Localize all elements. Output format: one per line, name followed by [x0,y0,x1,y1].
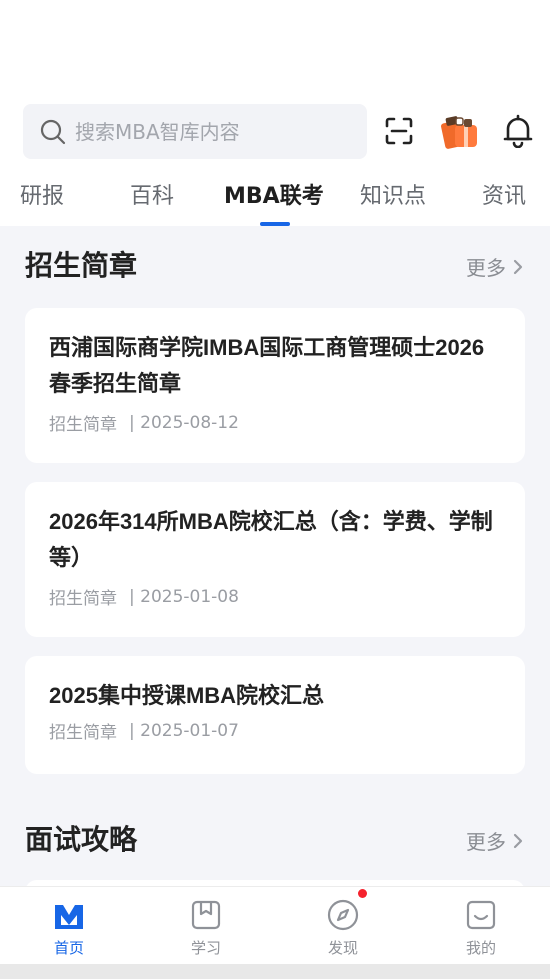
system-home-bar [0,964,550,979]
notification-badge [358,889,367,898]
bottom-navigation: 首页 学习 发现 我的 [0,886,550,964]
tab-encyclopedia[interactable]: 百科 [130,178,174,210]
article-card[interactable]: 2025集中授课MBA院校汇总 招生简章 | 2025-01-07 [25,656,525,774]
article-title: 西浦国际商学院IMBA国际工商管理硕士2026春季招生简章 [49,335,485,396]
article-date: | 2025-01-07 [129,720,239,741]
tab-knowledge-points[interactable]: 知识点 [360,178,426,210]
nav-discover[interactable]: 发现 [293,887,393,965]
category-tabs: 研报 百科 MBA联考 知识点 资讯 [0,172,550,226]
article-category: 招生简章 [49,723,117,743]
search-icon [40,119,66,144]
bookmark-book-icon [191,899,221,931]
article-date: | 2025-08-12 [129,412,239,433]
search-input[interactable] [75,119,345,144]
section-title-interview: 面试攻略 [25,823,138,856]
article-title: 2025集中授课MBA院校汇总 [49,683,325,708]
nav-profile-label: 我的 [465,939,496,957]
search-bar[interactable] [23,104,367,159]
article-meta: 招生简章 | 2025-08-12 [49,410,501,436]
tab-news[interactable]: 资讯 [482,178,526,210]
notifications-button[interactable] [500,112,536,150]
nav-profile[interactable]: 我的 [431,887,531,965]
nav-home[interactable]: 首页 [19,887,119,965]
article-card[interactable]: 西浦国际商学院IMBA国际工商管理硕士2026春季招生简章 招生简章 | 202… [25,308,525,463]
nav-study[interactable]: 学习 [156,887,256,965]
article-category: 招生简章 [49,589,117,609]
more-label: 更多 [466,830,506,854]
chevron-right-icon [513,833,523,848]
gift-icon [441,116,477,149]
nav-study-label: 学习 [190,939,221,957]
nav-discover-label: 发现 [327,939,358,957]
bell-icon [503,114,533,148]
admissions-more-link[interactable]: 更多 [466,252,524,281]
nav-home-label: 首页 [53,939,84,957]
tab-mba-exam[interactable]: MBA联考 [224,178,324,210]
profile-face-icon [466,899,496,931]
home-logo-icon [53,899,85,931]
article-date: | 2025-01-08 [129,586,239,607]
compass-icon [327,889,367,931]
article-title: 2026年314所MBA院校汇总（含：学费、学制等） [49,509,493,570]
interview-more-link[interactable]: 更多 [466,826,524,855]
article-meta: 招生简章 | 2025-01-07 [49,718,501,744]
article-category: 招生简章 [49,415,117,435]
gift-button[interactable] [440,112,480,152]
top-header: 研报 百科 MBA联考 知识点 资讯 [0,0,550,226]
article-meta: 招生简章 | 2025-01-08 [49,584,501,610]
article-card[interactable]: 2026年314所MBA院校汇总（含：学费、学制等） 招生简章 | 2025-0… [25,482,525,637]
tab-research-reports[interactable]: 研报 [20,178,64,210]
scan-button[interactable] [380,112,418,150]
active-tab-indicator [260,222,290,226]
section-title-admissions: 招生简章 [25,249,138,282]
chevron-right-icon [513,259,523,274]
scan-icon [385,117,413,145]
more-label: 更多 [466,256,506,280]
